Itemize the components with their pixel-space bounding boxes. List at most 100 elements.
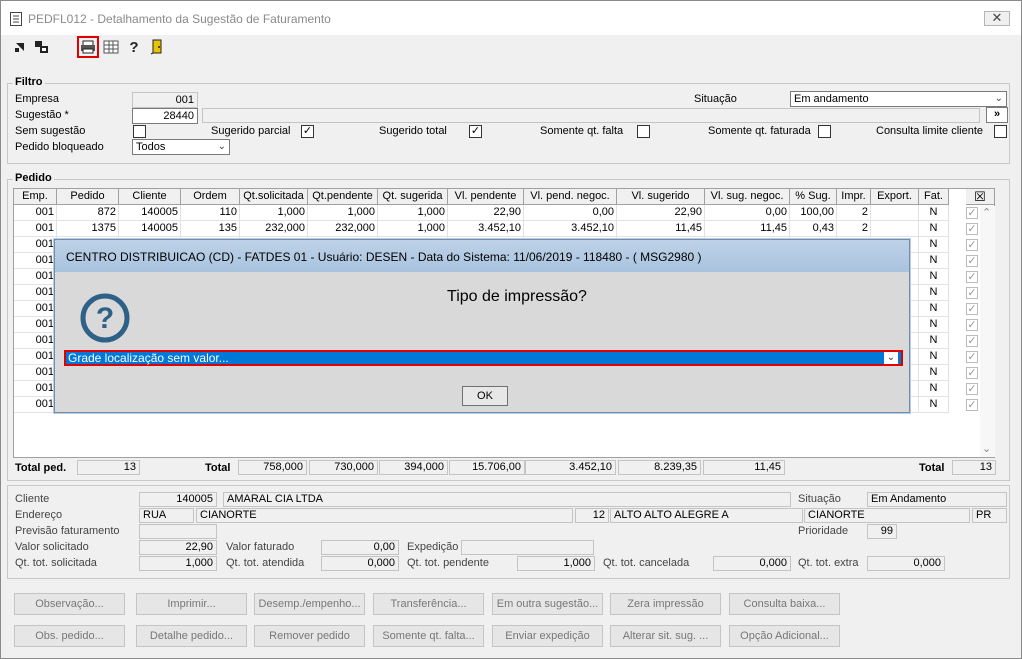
- sem-sugestao-checkbox[interactable]: [133, 125, 146, 138]
- table-cell: N: [919, 349, 949, 365]
- total-value: 15.706,00: [449, 460, 525, 475]
- column-header[interactable]: Vl. pend. negoc.: [524, 189, 617, 205]
- row-checkbox[interactable]: ✓: [966, 367, 978, 379]
- total-value: 8.239,35: [618, 460, 701, 475]
- ok-button[interactable]: OK: [462, 386, 508, 406]
- chevron-down-icon[interactable]: ⌄: [884, 352, 898, 364]
- valor-faturado-label: Valor faturado: [226, 541, 295, 553]
- first-record-icon[interactable]: [11, 38, 29, 56]
- total-ped-label: Total ped.: [15, 462, 67, 474]
- action-button[interactable]: Em outra sugestão...: [492, 593, 603, 615]
- column-header[interactable]: Ordem: [181, 189, 240, 205]
- print-icon[interactable]: [77, 36, 99, 58]
- column-header[interactable]: Fat.: [919, 189, 949, 205]
- endereco-num: 12: [575, 508, 609, 523]
- action-button[interactable]: Transferência...: [373, 593, 484, 615]
- table-cell: 0,00: [524, 205, 617, 221]
- row-checkbox[interactable]: ✓: [966, 207, 978, 219]
- qt-solicitada-value: 1,000: [139, 556, 217, 571]
- sugestao-field[interactable]: 28440: [132, 108, 198, 124]
- sem-sugestao-label: Sem sugestão: [15, 125, 86, 137]
- print-type-select[interactable]: Grade localização sem valor... ⌄: [64, 350, 903, 366]
- column-header[interactable]: Emp.: [14, 189, 57, 205]
- table-cell: 2: [837, 221, 871, 237]
- column-header[interactable]: Impr.: [837, 189, 871, 205]
- somente-faturada-checkbox[interactable]: [818, 125, 831, 138]
- somente-falta-label: Somente qt. falta: [540, 125, 624, 137]
- sugerido-parcial-label: Sugerido parcial: [211, 125, 291, 137]
- table-cell: N: [919, 317, 949, 333]
- scroll-down-icon[interactable]: ⌄: [982, 442, 991, 455]
- somente-falta-checkbox[interactable]: [637, 125, 650, 138]
- vertical-scrollbar[interactable]: ⌃ ⌄: [980, 206, 995, 457]
- row-checkbox[interactable]: ✓: [966, 223, 978, 235]
- action-button[interactable]: Remover pedido: [254, 625, 365, 647]
- scroll-up-icon[interactable]: ⌃: [982, 206, 991, 219]
- row-checkbox[interactable]: ✓: [966, 383, 978, 395]
- table-cell: N: [919, 205, 949, 221]
- action-button[interactable]: Somente qt. falta...: [373, 625, 484, 647]
- sugerido-parcial-checkbox[interactable]: ✓: [301, 125, 314, 138]
- table-cell: 001: [14, 301, 57, 317]
- qt-extra-value: 0,000: [867, 556, 945, 571]
- row-checkbox[interactable]: ✓: [966, 255, 978, 267]
- table-row[interactable]: 001 872 140005 110 1,000 1,000 1,000 22,90 0,00 2…: [14, 205, 994, 221]
- action-button[interactable]: Observação...: [14, 593, 125, 615]
- table-cell: 232,000: [240, 221, 308, 237]
- row-checkbox[interactable]: ✓: [966, 319, 978, 331]
- column-header[interactable]: Cliente: [119, 189, 181, 205]
- column-header[interactable]: Export.: [871, 189, 919, 205]
- column-header[interactable]: Vl. sugerido: [617, 189, 705, 205]
- chevron-down-icon: ⌄: [994, 93, 1003, 104]
- qt-solicitada-label: Qt. tot. solicitada: [15, 557, 97, 569]
- situacao-select[interactable]: Em andamento ⌄: [790, 91, 1007, 107]
- total-value: 758,000: [238, 460, 307, 475]
- consulta-limite-checkbox[interactable]: [994, 125, 1007, 138]
- sugerido-total-checkbox[interactable]: ✓: [469, 125, 482, 138]
- action-button[interactable]: Detalhe pedido...: [136, 625, 247, 647]
- table-cell: 001: [14, 285, 57, 301]
- sugestao-lookup-button[interactable]: »: [986, 107, 1008, 123]
- table-cell: 1,000: [240, 205, 308, 221]
- select-all-icon[interactable]: ☒: [966, 189, 994, 205]
- table-cell: 1,000: [378, 221, 448, 237]
- total-value: 730,000: [309, 460, 378, 475]
- qt-atendida-label: Qt. tot. atendida: [226, 557, 305, 569]
- qt-atendida-value: 0,000: [321, 556, 399, 571]
- window-title: PEDFL012 - Detalhamento da Sugestão de F…: [28, 12, 331, 26]
- close-button[interactable]: ✕: [984, 11, 1010, 26]
- column-header[interactable]: Qt.solicitada: [240, 189, 308, 205]
- action-button[interactable]: Imprimir...: [136, 593, 247, 615]
- action-button[interactable]: Opção Adicional...: [729, 625, 840, 647]
- action-button[interactable]: Obs. pedido...: [14, 625, 125, 647]
- action-button[interactable]: Desemp./empenho...: [254, 593, 365, 615]
- action-button[interactable]: Alterar sit. sug. ...: [610, 625, 721, 647]
- refresh-icon[interactable]: [33, 38, 51, 56]
- row-checkbox[interactable]: ✓: [966, 351, 978, 363]
- action-button[interactable]: Consulta baixa...: [729, 593, 840, 615]
- endereco-rua: CIANORTE: [196, 508, 573, 523]
- row-checkbox[interactable]: ✓: [966, 399, 978, 411]
- row-checkbox[interactable]: ✓: [966, 239, 978, 251]
- row-checkbox[interactable]: ✓: [966, 335, 978, 347]
- column-header[interactable]: Vl. pendente: [448, 189, 524, 205]
- empresa-field[interactable]: 001: [132, 92, 198, 108]
- pedido-bloqueado-select[interactable]: Todos ⌄: [132, 139, 230, 155]
- column-header[interactable]: % Sug.: [790, 189, 837, 205]
- grid-icon[interactable]: [102, 38, 120, 56]
- table-row[interactable]: 001 1375 140005 135 232,000 232,000 1,000 3.452…: [14, 221, 994, 237]
- column-header[interactable]: Qt.pendente: [308, 189, 378, 205]
- column-header[interactable]: Pedido: [57, 189, 119, 205]
- row-checkbox[interactable]: ✓: [966, 271, 978, 283]
- exit-door-icon[interactable]: [148, 38, 166, 56]
- column-header[interactable]: Qt. sugerida: [378, 189, 448, 205]
- total-right-label: Total: [919, 462, 945, 474]
- endereco-label: Endereço: [15, 509, 63, 521]
- help-icon[interactable]: ?: [125, 38, 143, 56]
- endereco-bairro: ALTO ALTO ALEGRE A: [610, 508, 803, 523]
- action-button[interactable]: Zera impressão: [610, 593, 721, 615]
- column-header[interactable]: Vl. sug. negoc.: [705, 189, 790, 205]
- endereco-uf: PR: [972, 508, 1007, 523]
- action-button[interactable]: Enviar expedição: [492, 625, 603, 647]
- previsao-label: Previsão faturamento: [15, 525, 120, 537]
